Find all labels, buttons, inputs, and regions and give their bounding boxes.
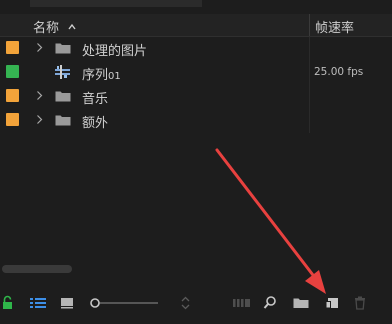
label-color-swatch[interactable] (6, 41, 19, 54)
folder-icon (55, 115, 71, 126)
project-item-bin[interactable]: 处理的图片 (0, 36, 392, 60)
sort-icon[interactable] (180, 295, 191, 311)
column-divider[interactable] (309, 14, 310, 36)
sort-ascending-icon[interactable] (68, 23, 76, 31)
horizontal-scrollbar[interactable] (2, 265, 72, 273)
chevron-right-icon[interactable] (36, 90, 43, 101)
zoom-slider[interactable] (88, 295, 160, 311)
label-color-swatch[interactable] (6, 89, 19, 102)
column-header: 名称 帧速率 (0, 14, 392, 37)
chevron-right-icon[interactable] (36, 114, 43, 125)
chevron-right-icon[interactable] (36, 42, 43, 53)
automate-to-sequence-icon[interactable] (232, 295, 252, 311)
project-item-bin[interactable]: 音乐 (0, 84, 392, 108)
new-item-icon[interactable] (325, 295, 339, 311)
icon-view-icon[interactable] (60, 295, 74, 311)
list-view-icon[interactable] (29, 295, 47, 311)
item-name: 处理的图片 (82, 44, 148, 59)
project-item-sequence[interactable]: 序列01 25.00 fps (0, 60, 392, 84)
label-color-swatch[interactable] (6, 65, 19, 78)
top-tab-remnant (30, 0, 202, 7)
item-frame-rate: 25.00 fps (314, 66, 364, 78)
new-bin-icon[interactable] (293, 295, 309, 311)
project-item-bin[interactable]: 额外 (0, 108, 392, 132)
sequence-icon (55, 65, 70, 79)
lock-icon[interactable] (2, 295, 13, 311)
folder-icon (55, 91, 71, 102)
item-name: 序列01 (82, 68, 121, 83)
item-name: 额外 (82, 116, 109, 131)
name-column-header[interactable]: 名称 (33, 17, 59, 36)
find-icon[interactable] (263, 295, 277, 311)
top-strip (0, 0, 392, 12)
project-panel-toolbar (0, 286, 392, 324)
frame-rate-column-header[interactable]: 帧速率 (315, 17, 354, 36)
folder-icon (55, 43, 71, 54)
label-color-swatch[interactable] (6, 113, 19, 126)
trash-icon[interactable] (354, 295, 366, 311)
item-name: 音乐 (82, 92, 109, 107)
